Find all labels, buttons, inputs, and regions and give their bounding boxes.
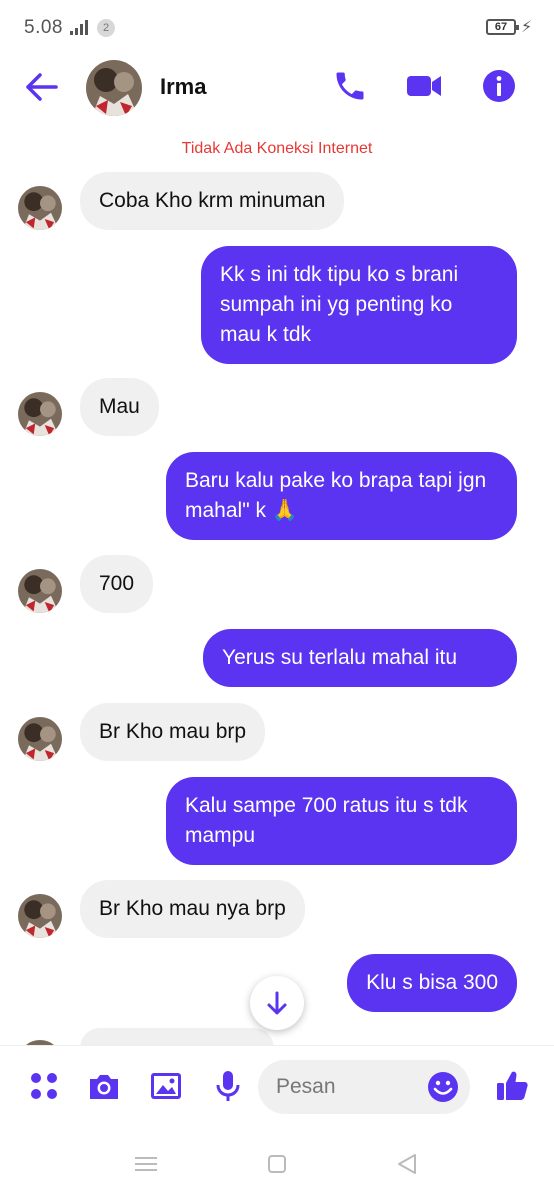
composer-bar (0, 1045, 554, 1130)
gallery-icon[interactable] (148, 1068, 184, 1104)
back-nav-icon[interactable] (393, 1152, 421, 1176)
sender-avatar[interactable] (18, 569, 62, 613)
emoji-icon[interactable] (426, 1070, 460, 1104)
message-input[interactable] (276, 1072, 426, 1102)
incoming-message[interactable]: 700 (80, 555, 154, 613)
outgoing-message[interactable]: Kk s ini tdk tipu ko s brani sumpah ini … (201, 246, 517, 364)
charging-icon: ⚡ (521, 19, 533, 36)
apps-grid-icon[interactable] (26, 1068, 62, 1104)
incoming-message[interactable]: Coba Kho krm minuman (80, 172, 345, 230)
signal-icon (70, 20, 88, 35)
avatar-image (18, 186, 62, 230)
outgoing-message[interactable]: Klu s bisa 300 (347, 954, 517, 1012)
sender-avatar[interactable] (18, 717, 62, 761)
outgoing-message[interactable]: Kalu sampe 700 ratus itu s tdk mampu (166, 777, 517, 865)
microphone-icon[interactable] (210, 1068, 246, 1104)
info-icon[interactable] (481, 68, 517, 104)
arrow-down-icon (267, 991, 287, 1015)
incoming-message[interactable]: Br Kho mau nya brp (80, 880, 305, 938)
scroll-to-bottom-button[interactable] (250, 976, 304, 1030)
chat-header: Irma (0, 56, 554, 118)
message-input-wrapper (258, 1060, 470, 1114)
status-bar: 5.08 2 67 ⚡ (0, 0, 554, 56)
outgoing-message[interactable]: Yerus su terlalu mahal itu (203, 629, 517, 687)
avatar-image (18, 569, 62, 613)
avatar-image (18, 392, 62, 436)
incoming-message[interactable]: Mau (80, 378, 159, 436)
battery-icon: 67 (486, 19, 519, 35)
recent-apps-icon[interactable] (132, 1152, 160, 1176)
incoming-message[interactable]: Br Kho mau brp (80, 703, 266, 761)
system-navigation-bar (0, 1130, 554, 1200)
thumbs-up-icon[interactable] (494, 1068, 530, 1104)
home-icon[interactable] (263, 1152, 291, 1176)
sender-avatar[interactable] (18, 392, 62, 436)
camera-icon[interactable] (86, 1068, 122, 1104)
avatar-image (18, 894, 62, 938)
status-time: 5.08 (24, 17, 63, 38)
contact-name[interactable]: Irma (160, 74, 206, 100)
contact-avatar[interactable] (86, 60, 142, 116)
no-connection-banner: Tidak Ada Koneksi Internet (181, 140, 373, 157)
sim-badge: 2 (97, 19, 115, 37)
avatar-image (86, 60, 142, 116)
back-arrow-icon[interactable] (24, 70, 60, 104)
video-camera-icon[interactable] (406, 68, 442, 104)
sender-avatar[interactable] (18, 186, 62, 230)
avatar-image (18, 717, 62, 761)
sender-avatar[interactable] (18, 894, 62, 938)
phone-icon[interactable] (332, 68, 368, 104)
outgoing-message[interactable]: Baru kalu pake ko brapa tapi jgn mahal" … (166, 452, 517, 540)
